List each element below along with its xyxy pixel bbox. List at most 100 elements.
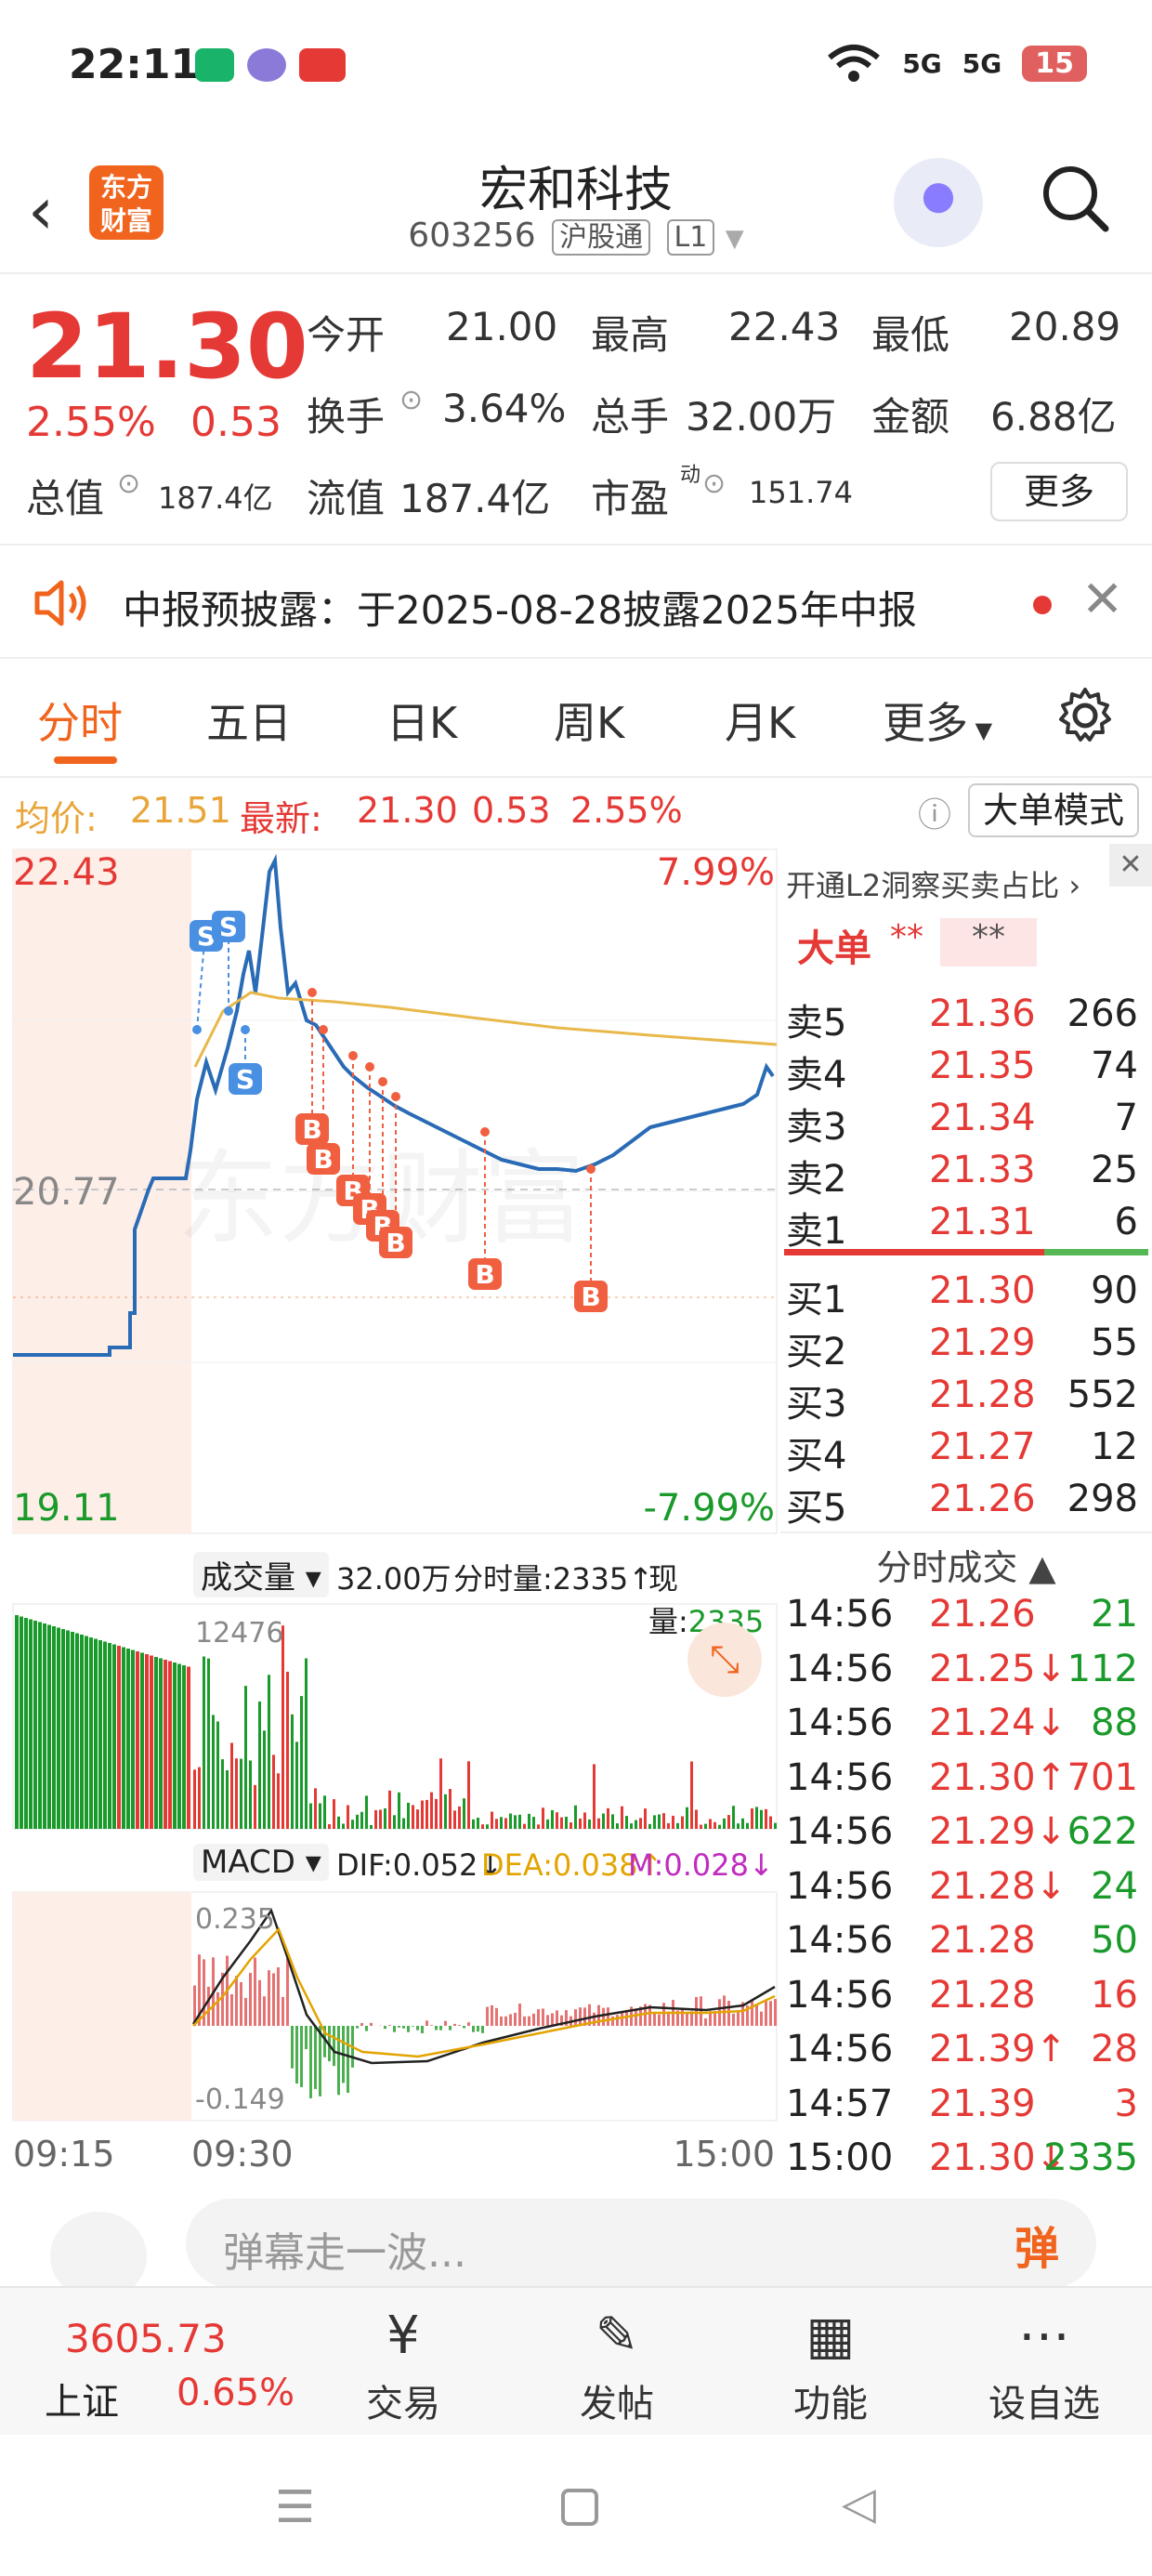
volume-bar	[630, 1823, 633, 1829]
volume-bar	[611, 1814, 614, 1829]
tick-row-v: 112	[1067, 1647, 1138, 1690]
volume-bar	[542, 1807, 544, 1829]
volume-bar	[314, 1788, 317, 1829]
battery-icon: 15	[1022, 45, 1087, 82]
help-icon[interactable]: ⓘ	[918, 788, 951, 836]
danmu-send-button[interactable]: 弹	[1015, 2212, 1059, 2277]
tab-5day[interactable]: 五日	[206, 690, 292, 751]
ask-row[interactable]: 卖2 21.33 25	[780, 1149, 1147, 1201]
search-icon[interactable]	[1039, 162, 1113, 236]
index-name[interactable]: 上证	[45, 2372, 119, 2425]
tick-row[interactable]: 14:56 21.39↑ 28	[780, 2028, 1147, 2082]
trade-button[interactable]: ¥ 交易	[310, 2299, 496, 2427]
info-icon[interactable]: ⊙	[702, 467, 726, 500]
macd-bar	[574, 2009, 577, 2026]
tab-monthly-k[interactable]: 月K	[725, 690, 795, 751]
volume-bar	[602, 1813, 605, 1829]
vol-minute: 分时量:2335↑	[453, 1561, 654, 1597]
close-icon[interactable]: ✕	[1081, 570, 1123, 628]
bid-row-v: 90	[1091, 1269, 1138, 1312]
macd-bar	[412, 2026, 414, 2027]
l2-promo[interactable]: 开通L2洞察买卖占比 ›	[786, 862, 1080, 905]
tab-intraday[interactable]: 分时	[37, 690, 123, 751]
ticks-title[interactable]: 分时成交 ▲	[780, 1539, 1152, 1590]
macd-bar	[463, 2026, 465, 2029]
tick-row[interactable]: 14:56 21.28↓ 24	[780, 1865, 1147, 1919]
home-icon[interactable]	[561, 2489, 598, 2526]
marker-dot	[241, 1025, 250, 1034]
bid-row[interactable]: 买2 21.29 55	[780, 1321, 1147, 1373]
tick-row[interactable]: 14:56 21.28 50	[780, 1919, 1147, 1973]
tick-row[interactable]: 14:56 21.28 16	[780, 1974, 1147, 2028]
tick-row[interactable]: 14:56 21.30↑ 701	[780, 1756, 1147, 1810]
volume-bar	[737, 1823, 740, 1829]
wifi-icon	[828, 45, 881, 82]
pe-value: 151.74	[749, 475, 853, 510]
volume-bar	[108, 1643, 111, 1829]
ask-row[interactable]: 卖4 21.35 74	[780, 1045, 1147, 1097]
volume-bar	[309, 1803, 312, 1829]
tick-row-t: 14:56	[786, 1593, 894, 1636]
tick-row[interactable]: 15:00 21.30↓ 2335	[780, 2136, 1147, 2190]
tick-row-t: 14:56	[786, 1755, 894, 1799]
tick-row-p: 21.28↓	[929, 1864, 1067, 1908]
more-button[interactable]: 更多	[990, 462, 1128, 521]
tick-row[interactable]: 14:56 21.29↓ 622	[780, 1810, 1147, 1864]
post-label: 发帖	[580, 2383, 654, 2425]
system-nav-bar: ☰ ◁	[0, 2435, 1152, 2576]
notice-bar[interactable]: 中报预披露：于2025-08-28披露2025年中报 ✕	[0, 547, 1152, 659]
float-label: 流值	[307, 476, 386, 521]
volume-bar	[207, 1658, 210, 1829]
info-icon[interactable]: ⊙	[117, 467, 140, 500]
volume-bar	[765, 1808, 767, 1829]
bid-row[interactable]: 买1 21.30 90	[780, 1269, 1147, 1321]
big-order-mode-button[interactable]: 大单模式	[968, 783, 1139, 837]
macd-bar	[695, 1996, 698, 2026]
bid-row[interactable]: 买5 21.26 298	[780, 1478, 1147, 1530]
post-button[interactable]: ✎ 发帖	[524, 2299, 710, 2427]
ask-row[interactable]: 卖5 21.36 266	[780, 992, 1147, 1045]
volume-bar	[164, 1660, 167, 1829]
marker-text: B	[581, 1281, 600, 1312]
level-tag[interactable]: L1	[666, 219, 715, 256]
volume-bar	[66, 1630, 70, 1829]
info-icon[interactable]: ⊙	[399, 384, 423, 416]
tab-daily-k[interactable]: 日K	[386, 690, 457, 751]
functions-button[interactable]: ▦ 功能	[738, 2299, 923, 2427]
bid-row-v: 12	[1091, 1426, 1138, 1468]
bid-row-p: 21.26	[929, 1478, 1036, 1520]
settings-gear-icon[interactable]	[1055, 686, 1115, 745]
index-pct[interactable]: 0.65%	[177, 2372, 295, 2414]
macd-bar	[751, 1999, 753, 2026]
chevron-down-icon[interactable]: ▼	[726, 225, 744, 253]
tick-row[interactable]: 14:56 21.26 21	[780, 1593, 1147, 1647]
volume-bar	[727, 1815, 730, 1829]
last-label: 最新:	[240, 798, 322, 839]
tick-row[interactable]: 14:56 21.25↓ 112	[780, 1648, 1147, 1702]
ask-row[interactable]: 卖3 21.34 7	[780, 1097, 1147, 1149]
menu-icon[interactable]: ☰	[275, 2481, 315, 2533]
tick-row[interactable]: 14:56 21.24↓ 88	[780, 1702, 1147, 1755]
ask-row[interactable]: 卖1 21.31 6	[780, 1201, 1147, 1253]
volume-bar	[574, 1805, 577, 1829]
danmu-input[interactable]: 弹幕走一波...	[186, 2199, 1096, 2288]
volume-bar	[94, 1638, 98, 1829]
intraday-chart[interactable]: 东方财富SSSBBBBBBBB 22.43 19.11 20.77 7.99% …	[0, 844, 780, 2182]
add-watchlist-button[interactable]: ⋯ 设自选	[951, 2299, 1137, 2427]
volume-bar	[347, 1805, 349, 1829]
back-nav-icon[interactable]: ◁	[842, 2477, 876, 2530]
bid-row[interactable]: 买3 21.28 552	[780, 1373, 1147, 1426]
expand-icon[interactable]: ⤡	[687, 1623, 762, 1697]
stock-header: ‹ 东方 财富 宏和科技 603256 沪股通 L1 ▼	[0, 139, 1152, 274]
close-icon[interactable]: ✕	[1109, 844, 1152, 887]
tab-weekly-k[interactable]: 周K	[554, 690, 624, 751]
macd-bar	[755, 2004, 758, 2026]
tick-row[interactable]: 14:57 21.39 3	[780, 2083, 1147, 2136]
volume-bar	[755, 1807, 758, 1829]
index-value[interactable]: 3605.73	[65, 2316, 227, 2361]
ai-assistant-icon[interactable]	[894, 158, 983, 247]
bid-row[interactable]: 买4 21.27 12	[780, 1426, 1147, 1478]
macd-indicator-selector[interactable]: MACD ▾	[193, 1844, 329, 1881]
tab-more[interactable]: 更多 ▼	[883, 690, 992, 751]
volume-indicator-selector[interactable]: 成交量 ▾	[193, 1552, 329, 1597]
